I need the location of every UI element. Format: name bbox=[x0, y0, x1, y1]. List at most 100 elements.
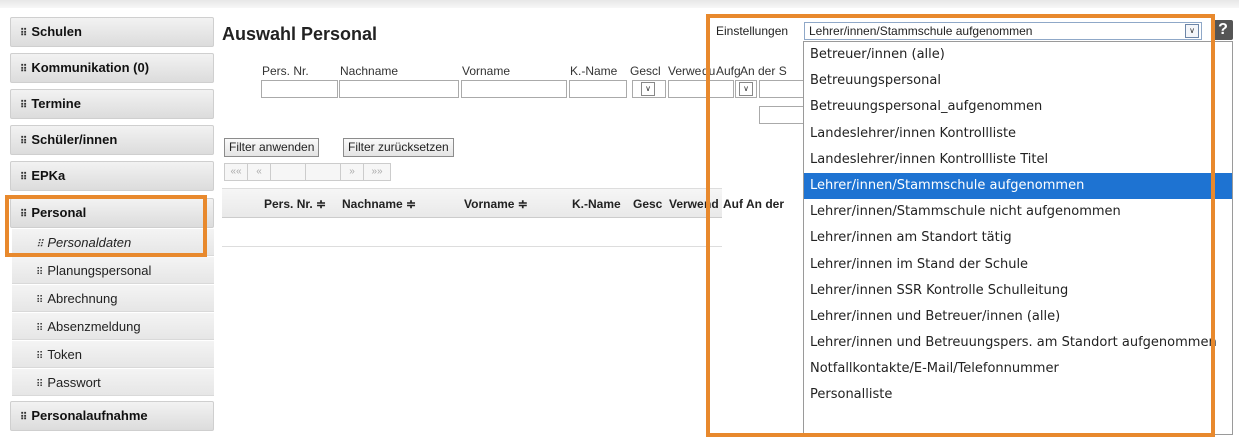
nav-item-label: Personalaufnahme bbox=[31, 408, 148, 423]
help-icon[interactable]: ? bbox=[1213, 20, 1233, 40]
settings-dropdown-list: Betreuer/innen (alle) Betreuungspersonal B… bbox=[803, 41, 1233, 435]
filter-vorname-input[interactable] bbox=[461, 80, 567, 98]
filter-label-nachname: Nachname bbox=[340, 64, 399, 78]
nav-item-label: Kommunikation (0) bbox=[31, 60, 150, 75]
dropdown-option[interactable]: Lehrer/innen/Stammschule nicht aufgenomm… bbox=[804, 199, 1232, 225]
grip-icon: ⠿ bbox=[36, 267, 44, 278]
filter-nachname-input[interactable] bbox=[339, 80, 459, 98]
grip-icon: ⠿ bbox=[20, 136, 28, 147]
nav-item-personal[interactable]: ⠿ Personal bbox=[10, 198, 214, 228]
nav-item-schueler[interactable]: ⠿ Schüler/innen bbox=[10, 125, 214, 155]
col-header-persnr[interactable]: Pers. Nr. ≑ bbox=[264, 197, 338, 211]
dropdown-option[interactable]: Lehrer/innen und Betreuer/innen (alle) bbox=[804, 304, 1232, 330]
nav-sub-label: Planungspersonal bbox=[47, 263, 152, 278]
filter-label-geschlecht: Gescl bbox=[630, 64, 661, 78]
pager: «« « » »» bbox=[224, 163, 391, 181]
dropdown-option[interactable]: Lehrer/innen und Betreuungspers. am Stan… bbox=[804, 330, 1232, 356]
filter-geschlecht-select[interactable]: ∨ bbox=[632, 80, 666, 98]
filter-label-persnr: Pers. Nr. bbox=[262, 64, 309, 78]
dropdown-option[interactable]: Lehrer/innen im Stand der Schule bbox=[804, 252, 1232, 278]
nav-item-epka[interactable]: ⠿ EPKa bbox=[10, 161, 214, 191]
dropdown-option[interactable]: Lehrer/innen SSR Kontrolle Schulleitung bbox=[804, 278, 1232, 304]
nav-item-kommunikation[interactable]: ⠿ Kommunikation (0) bbox=[10, 53, 214, 83]
nav-item-label: Personal bbox=[31, 205, 87, 220]
dropdown-option[interactable]: Betreuungspersonal bbox=[804, 68, 1232, 94]
grip-icon: ⠿ bbox=[36, 351, 44, 362]
pager-first-button[interactable]: «« bbox=[224, 163, 248, 181]
dropdown-option[interactable]: Notfallkontakte/E-Mail/Telefonnummer bbox=[804, 356, 1232, 382]
grip-icon: ⠿ bbox=[20, 412, 28, 423]
grip-icon: ⠿ bbox=[20, 28, 28, 39]
col-header-du[interactable]: nd bbox=[704, 197, 722, 211]
grid-header: Pers. Nr. ≑ Nachname ≑ Vorname ≑ K.-Name… bbox=[222, 188, 784, 218]
pager-next-button[interactable]: » bbox=[340, 163, 364, 181]
col-header-kname[interactable]: K.-Name bbox=[572, 197, 628, 211]
col-header-an-der-schule[interactable]: An der bbox=[746, 197, 796, 211]
grip-icon: ⠿ bbox=[36, 239, 44, 250]
pager-page-count bbox=[305, 163, 341, 181]
grip-icon: ⠿ bbox=[36, 379, 44, 390]
dropdown-option[interactable]: Personalliste bbox=[804, 382, 1232, 408]
nav-item-label: Termine bbox=[31, 96, 81, 111]
dropdown-option[interactable]: Lehrer/innen/Stammschule aufgenommen bbox=[804, 172, 1232, 200]
nav-sub-abrechnung[interactable]: ⠿ Abrechnung bbox=[12, 285, 214, 312]
pager-prev-button[interactable]: « bbox=[247, 163, 271, 181]
chevron-down-icon[interactable]: ∨ bbox=[1185, 24, 1199, 38]
sidebar: ⠿ Schulen ⠿ Kommunikation (0) ⠿ Termine ⠿ Sc… bbox=[0, 8, 214, 438]
nav-sub-label: Token bbox=[47, 347, 83, 362]
filter-kname-input[interactable] bbox=[569, 80, 627, 98]
col-header-geschlecht[interactable]: Gesc bbox=[633, 197, 667, 211]
col-header-vorname[interactable]: Vorname ≑ bbox=[464, 197, 568, 211]
col-header-verwendung[interactable]: Verwe bbox=[669, 197, 707, 211]
nav-sub-label: Passwort bbox=[47, 375, 101, 390]
col-header-nachname[interactable]: Nachname ≑ bbox=[342, 197, 457, 211]
chevron-down-icon: ∨ bbox=[739, 82, 753, 96]
filter-apply-button[interactable]: Filter anwenden bbox=[224, 138, 320, 157]
nav-sub-passwort[interactable]: ⠿ Passwort bbox=[12, 369, 214, 396]
dropdown-option[interactable]: Landeslehrer/innen Kontrollliste bbox=[804, 121, 1232, 147]
page-title: Auswahl Personal bbox=[222, 24, 378, 44]
grid-empty-row bbox=[222, 219, 722, 247]
filter-label-kname: K.-Name bbox=[570, 64, 618, 78]
filter-reset-button[interactable]: Filter zurücksetzen bbox=[343, 138, 454, 157]
nav-sub-token[interactable]: ⠿ Token bbox=[12, 341, 214, 368]
filter-date-input[interactable] bbox=[759, 106, 804, 124]
settings-select[interactable]: Lehrer/innen/Stammschule aufgenommen ∨ bbox=[804, 22, 1202, 40]
grip-icon: ⠿ bbox=[36, 295, 44, 306]
filter-label-verwendung: Verwe bbox=[668, 64, 702, 78]
chevron-down-icon: ∨ bbox=[641, 82, 655, 96]
grip-icon: ⠿ bbox=[20, 64, 28, 75]
filter-verwendung-input[interactable] bbox=[668, 80, 734, 98]
nav-item-personalaufnahme[interactable]: ⠿ Personalaufnahme bbox=[10, 401, 214, 431]
nav-sub-label: Abrechnung bbox=[47, 291, 118, 306]
grip-icon: ⠿ bbox=[20, 100, 28, 111]
pager-last-button[interactable]: »» bbox=[363, 163, 391, 181]
col-header-aufgenommen[interactable]: Auf bbox=[723, 197, 745, 211]
filter-aufgenommen-select[interactable]: ∨ bbox=[735, 80, 757, 98]
grip-icon: ⠿ bbox=[20, 172, 28, 183]
dropdown-option[interactable]: Betreuer/innen (alle) bbox=[804, 42, 1232, 68]
nav-sub-label: Personaldaten bbox=[47, 235, 132, 250]
nav-sub-planungspersonal[interactable]: ⠿ Planungspersonal bbox=[12, 257, 214, 284]
nav-item-termine[interactable]: ⠿ Termine bbox=[10, 89, 214, 119]
settings-selected-value: Lehrer/innen/Stammschule aufgenommen bbox=[809, 24, 1033, 38]
nav-sub-absenzmeldung[interactable]: ⠿ Absenzmeldung bbox=[12, 313, 214, 340]
top-strip bbox=[0, 0, 1239, 8]
dropdown-option[interactable]: Lehrer/innen am Standort tätig bbox=[804, 225, 1232, 251]
settings-label: Einstellungen bbox=[716, 24, 789, 38]
dropdown-option[interactable]: Landeslehrer/innen Kontrollliste Titel bbox=[804, 147, 1232, 173]
dropdown-option[interactable]: Betreuungspersonal_aufgenommen bbox=[804, 94, 1232, 120]
filter-persnr-input[interactable] bbox=[261, 80, 338, 98]
nav-sub-personaldaten[interactable]: ⠿ Personaldaten bbox=[12, 229, 214, 256]
nav-sub-label: Absenzmeldung bbox=[47, 319, 141, 334]
filter-label-du: du bbox=[702, 64, 716, 78]
filter-label-an-der-schule: An der S bbox=[740, 64, 787, 78]
nav-item-label: Schüler/innen bbox=[31, 132, 118, 147]
filter-an-der-schule-input[interactable] bbox=[759, 80, 804, 98]
grip-icon: ⠿ bbox=[20, 209, 28, 220]
filter-label-aufgenommen: Aufg bbox=[716, 64, 741, 78]
filter-label-vorname: Vorname bbox=[462, 64, 511, 78]
pager-page-input[interactable] bbox=[270, 163, 306, 181]
nav-item-label: EPKa bbox=[31, 168, 66, 183]
nav-item-schulen[interactable]: ⠿ Schulen bbox=[10, 17, 214, 47]
